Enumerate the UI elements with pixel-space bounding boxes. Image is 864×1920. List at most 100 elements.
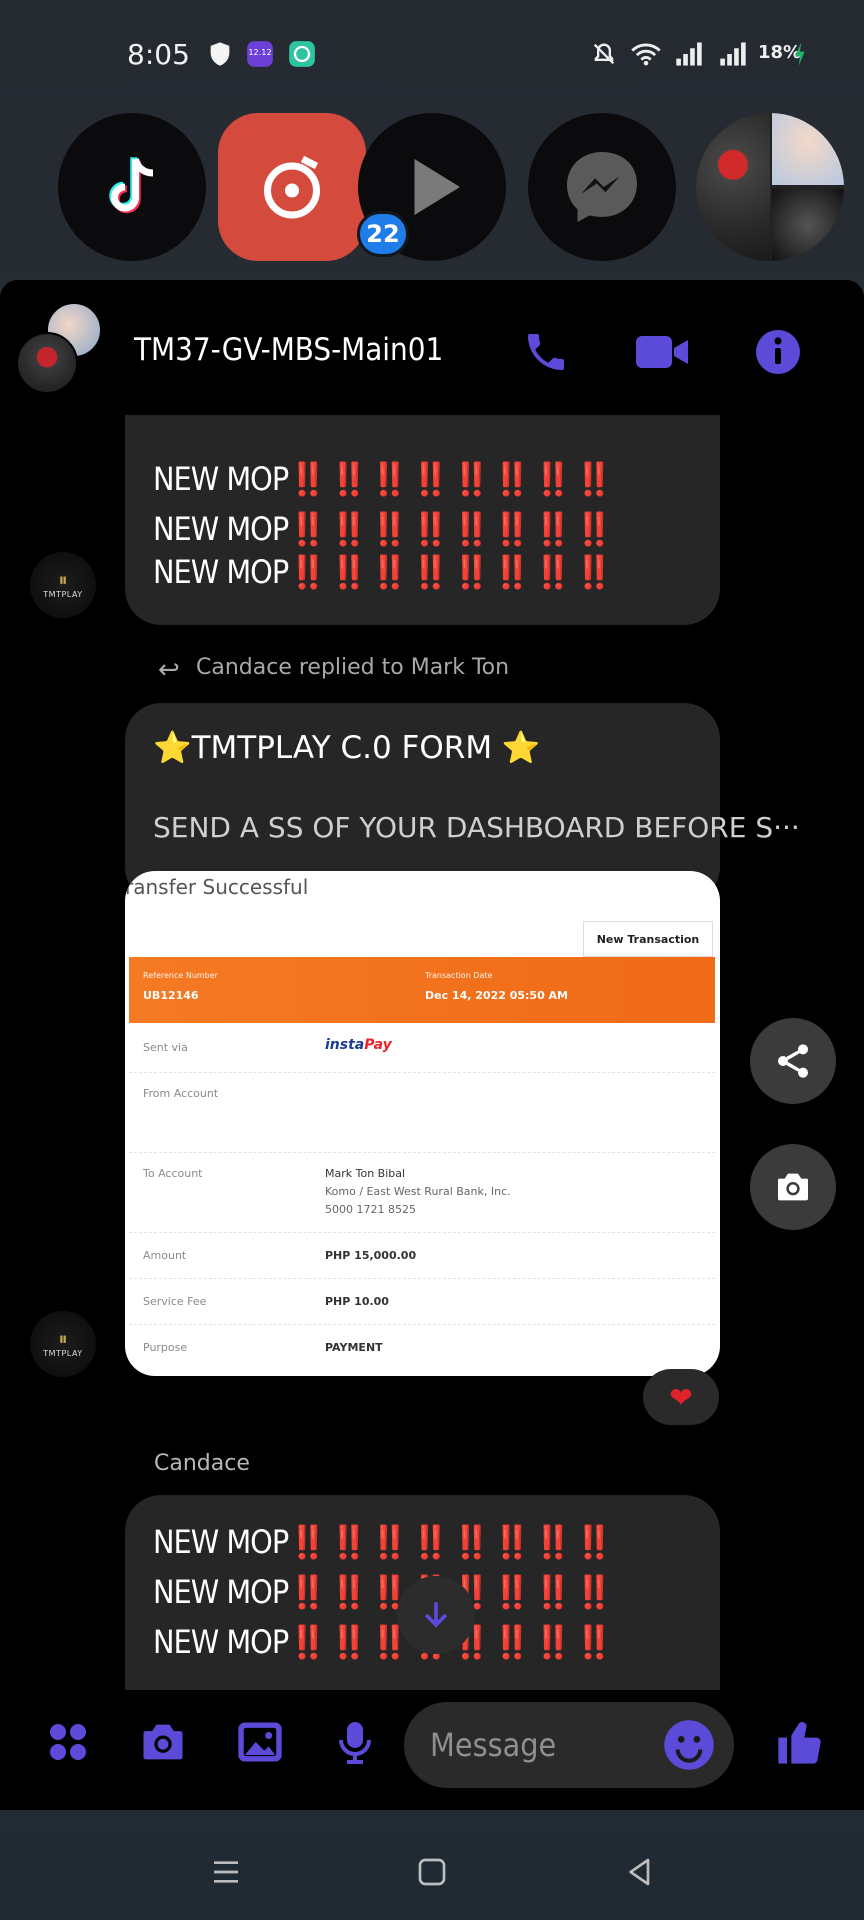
sender-avatar[interactable]: ⏸ TMTPLAY — [30, 1311, 96, 1377]
sender-name: Candace — [154, 1451, 250, 1476]
music-icon — [264, 155, 320, 219]
mute-icon — [590, 40, 618, 68]
signal-icon-2 — [718, 40, 746, 68]
receipt-row: From Account — [129, 1073, 715, 1153]
messenger-app[interactable] — [528, 113, 676, 261]
call-button[interactable] — [518, 324, 574, 380]
receipt-row: Service Fee PHP 10.00 — [129, 1279, 715, 1325]
mop-text: NEW MOP — [153, 553, 289, 591]
reply-icon: ↩ — [158, 655, 180, 685]
chat-header: TM37-GV-MBS-Main01 — [0, 280, 864, 415]
mop-text: NEW MOP — [153, 1523, 289, 1561]
assistant-icon — [288, 40, 316, 68]
share-icon — [778, 1044, 808, 1078]
row-label: Sent via — [143, 1041, 188, 1054]
apps-icon — [50, 1724, 86, 1760]
exclamation-marks: ‼️‼️‼️‼️‼️‼️‼️‼️ — [288, 510, 615, 548]
instapay-logo: instaPay — [325, 1037, 392, 1053]
message-line: NEW MOP‼️‼️‼️‼️‼️‼️‼️‼️ — [153, 1573, 615, 1611]
message-list[interactable]: NEW MOP‼️‼️‼️‼️‼️‼️‼️‼️ NEW MOP‼️‼️‼️‼️‼… — [0, 415, 864, 1690]
phone-icon — [528, 334, 564, 370]
charging-icon — [792, 40, 810, 68]
music-app[interactable] — [218, 113, 366, 261]
group-avatar[interactable] — [16, 302, 108, 394]
back-button[interactable] — [618, 1850, 662, 1894]
avatar-front — [16, 332, 78, 394]
tiktok-icon — [109, 157, 154, 214]
mop-text: NEW MOP — [153, 1623, 289, 1661]
play-icon — [414, 159, 460, 215]
apps-button[interactable] — [38, 1712, 98, 1772]
row-label: Purpose — [143, 1341, 188, 1354]
like-icon — [778, 1722, 821, 1764]
recipient-account: 5000 1721 8525 — [325, 1203, 416, 1216]
receipt-row: Amount PHP 15,000.00 — [129, 1233, 715, 1279]
message-line: NEW MOP‼️‼️‼️‼️‼️‼️‼️‼️ — [153, 510, 615, 548]
contact-app[interactable] — [696, 113, 844, 261]
mop-text: NEW MOP — [153, 510, 289, 548]
camera-button[interactable] — [133, 1712, 193, 1772]
contact-photo — [696, 113, 770, 261]
camera-icon — [143, 1724, 183, 1760]
message-input[interactable] — [430, 1720, 650, 1770]
mop-text: NEW MOP — [153, 460, 289, 498]
row-label: To Account — [143, 1167, 203, 1180]
recents-icon — [214, 1861, 238, 1883]
home-button[interactable] — [410, 1850, 454, 1894]
form-title: ⭐TMTPLAY C.0 FORM ⭐ — [153, 730, 541, 766]
home-icon — [418, 1858, 446, 1886]
message-line: NEW MOP‼️‼️‼️‼️‼️‼️‼️‼️ — [153, 1623, 615, 1661]
like-button[interactable] — [770, 1712, 830, 1772]
share-button[interactable] — [750, 1018, 836, 1104]
message-composer — [0, 1690, 864, 1810]
shield-icon — [206, 40, 234, 68]
reply-note: Candace replied to Mark Ton — [196, 655, 510, 680]
new-transaction-button: New Transaction — [583, 921, 713, 957]
sender-avatar-text: TMTPLAY — [43, 589, 83, 599]
scroll-down-button[interactable] — [397, 1576, 475, 1654]
tiktok-app[interactable] — [58, 113, 206, 261]
video-call-icon — [636, 336, 688, 368]
screenshot-icon — [778, 1173, 808, 1201]
tmtplay-logo-icon: ⏸ — [58, 569, 68, 591]
sender-avatar[interactable]: ⏸ TMTPLAY — [30, 552, 96, 618]
reference-label: Reference Number — [143, 971, 218, 980]
chat-title[interactable]: TM37-GV-MBS-Main01 — [134, 332, 443, 368]
message-bubble[interactable]: NEW MOP‼️‼️‼️‼️‼️‼️‼️‼️ NEW MOP‼️‼️‼️‼️‼… — [125, 415, 720, 625]
wifi-icon — [630, 40, 661, 68]
status-bar: 8:05 12.12 18% — [0, 30, 864, 80]
gallery-icon — [238, 1722, 282, 1762]
receipt-image[interactable]: ransfer Successful New Transaction Refer… — [125, 871, 720, 1376]
voice-button[interactable] — [325, 1712, 385, 1772]
svg-text:12.12: 12.12 — [248, 47, 271, 57]
recents-button[interactable] — [204, 1850, 248, 1894]
receipt-header-band: Reference Number UB12146 Transaction Dat… — [129, 957, 715, 1023]
exclamation-marks: ‼️‼️‼️‼️‼️‼️‼️‼️ — [288, 460, 615, 498]
arrow-down-icon — [424, 1602, 448, 1628]
info-button[interactable] — [750, 324, 806, 380]
reaction-heart[interactable]: ❤ — [643, 1369, 719, 1425]
calendar-app-icon: 12.12 — [246, 40, 274, 68]
recipient-name: Mark Ton Bibal — [325, 1167, 406, 1180]
message-line: NEW MOP‼️‼️‼️‼️‼️‼️‼️‼️ — [153, 460, 615, 498]
video-call-button[interactable] — [634, 324, 690, 380]
recipient-bank: Komo / East West Rural Bank, Inc. — [325, 1185, 511, 1198]
form-subtitle: SEND A SS OF YOUR DASHBOARD BEFORE S··· — [153, 811, 800, 844]
reference-value: UB12146 — [143, 989, 199, 1002]
messenger-icon — [567, 152, 637, 222]
exclamation-marks: ‼️‼️‼️‼️‼️‼️‼️‼️ — [288, 1523, 615, 1561]
fee-value: PHP 10.00 — [325, 1295, 389, 1308]
date-value: Dec 14, 2022 05:50 AM — [425, 989, 569, 1002]
gallery-button[interactable] — [230, 1712, 290, 1772]
emoji-icon[interactable] — [662, 1718, 716, 1772]
navigation-bar — [0, 1820, 864, 1920]
chat-panel: TM37-GV-MBS-Main01 NEW MOP‼️‼️‼️‼️‼️‼️‼️… — [0, 280, 864, 1810]
recent-apps-row: 22 — [0, 105, 864, 275]
row-label: From Account — [143, 1087, 219, 1100]
status-time: 8:05 — [127, 38, 190, 71]
info-icon — [756, 330, 800, 374]
receipt-row: To Account Mark Ton Bibal Komo / East We… — [129, 1153, 715, 1233]
row-label: Service Fee — [143, 1295, 207, 1308]
mop-text: NEW MOP — [153, 1573, 289, 1611]
screenshot-button[interactable] — [750, 1144, 836, 1230]
